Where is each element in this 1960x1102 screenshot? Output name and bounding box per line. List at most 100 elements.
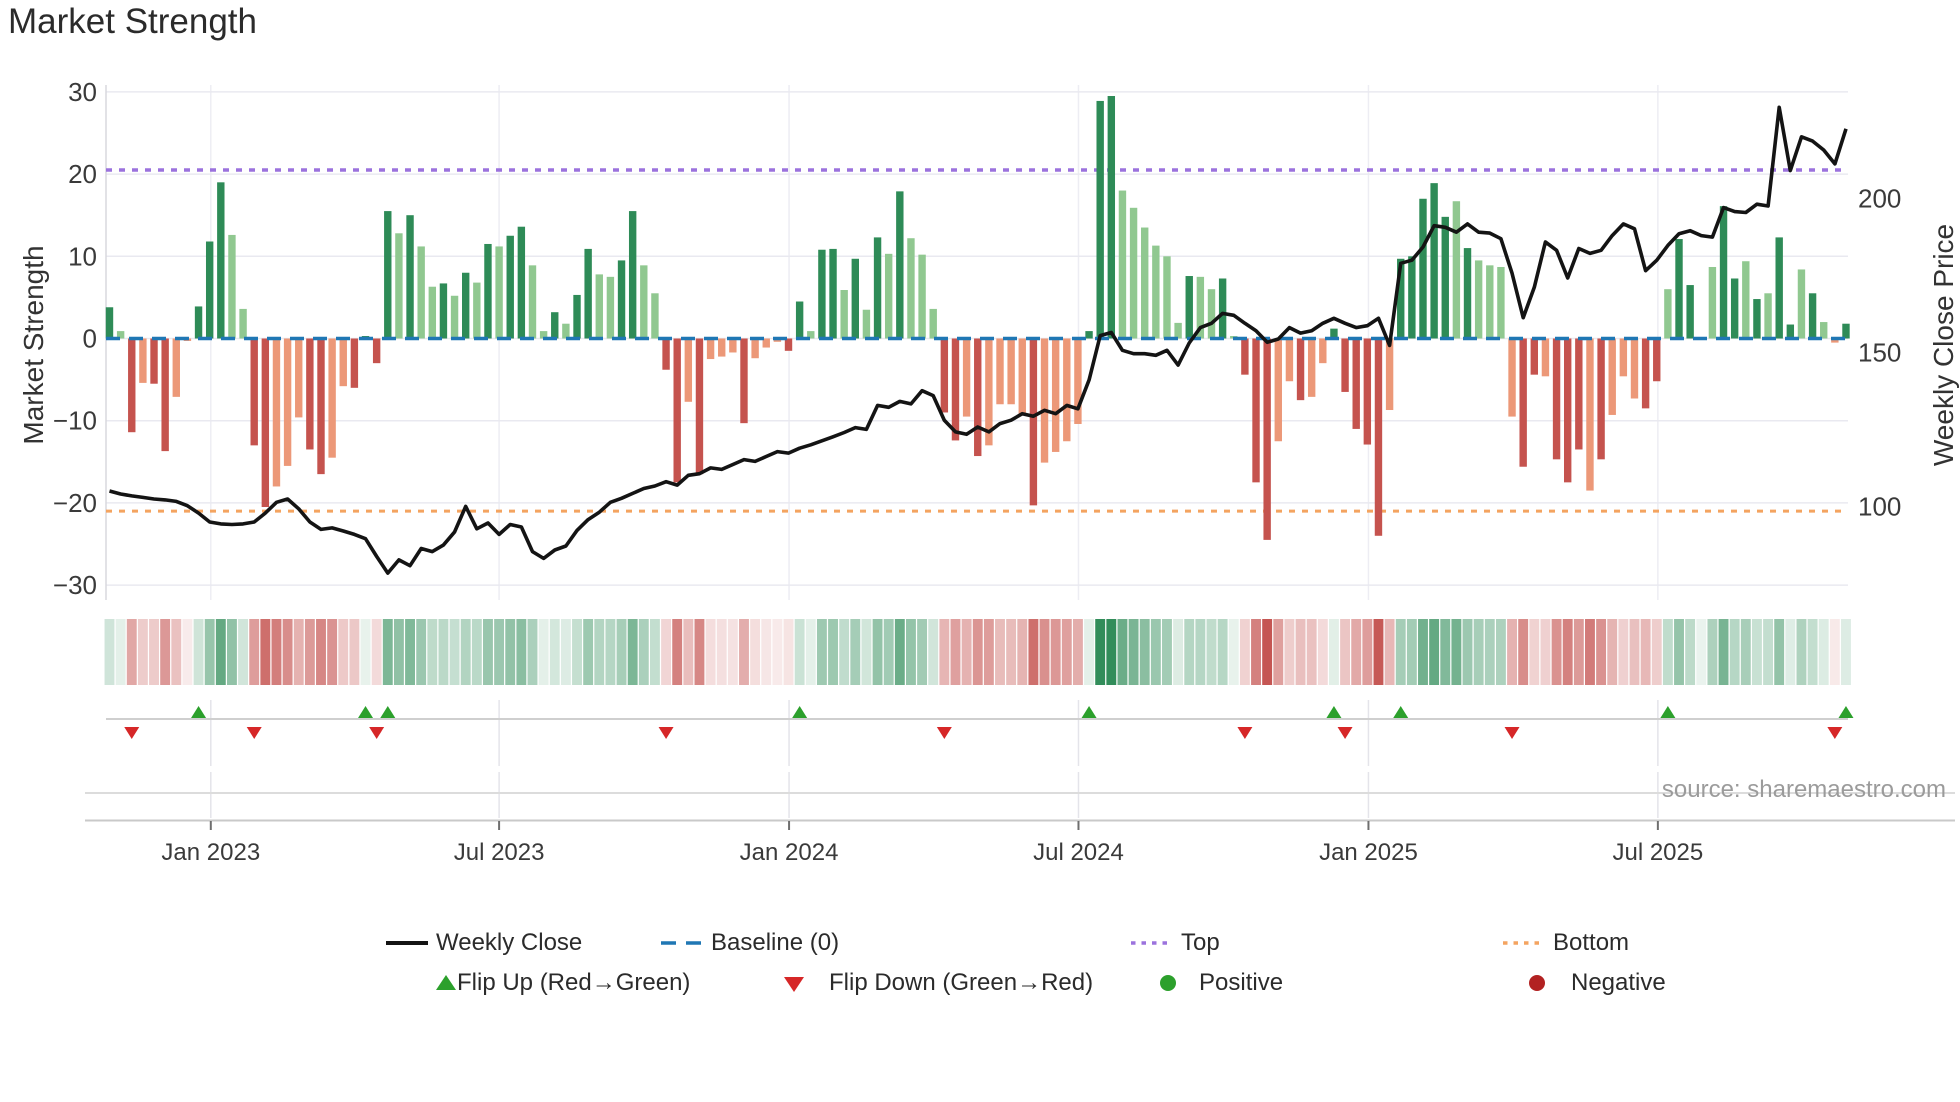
strength-bar (996, 338, 1004, 405)
y-axis-label-right: Weekly Close Price (1928, 223, 1959, 467)
heatmap-cell (1284, 619, 1295, 685)
heatmap-cell (238, 619, 249, 685)
heatmap-cell (627, 619, 638, 685)
strength-bar (462, 272, 470, 339)
strength-bar (840, 290, 848, 339)
strength-bar (1842, 323, 1850, 339)
strength-bar (1118, 190, 1127, 339)
heatmap-cell (1362, 619, 1373, 685)
strength-bar (795, 301, 804, 339)
heatmap-cell (1473, 619, 1484, 685)
heatmap-cell (1774, 619, 1785, 685)
heatmap-cell (694, 619, 705, 685)
strength-bar (974, 338, 982, 457)
strength-bar (205, 241, 214, 339)
strength-bar (528, 265, 537, 339)
heatmap-cell (839, 619, 850, 685)
strength-bar (1363, 338, 1372, 445)
strength-bar (706, 338, 715, 360)
strength-bar (1541, 338, 1550, 377)
strength-bar (1452, 201, 1461, 339)
flip-up-marker (1393, 706, 1409, 718)
strength-bar (239, 308, 247, 339)
strength-bar (684, 338, 693, 402)
strength-bar (128, 338, 136, 433)
heatmap-cell (705, 619, 716, 685)
flip-up-marker (358, 706, 374, 718)
strength-bar (1730, 278, 1739, 339)
heatmap-cell (560, 619, 571, 685)
strength-bar (372, 338, 381, 364)
heatmap-cell (1251, 619, 1261, 685)
strength-bar (1285, 338, 1294, 382)
strength-bar (729, 338, 737, 353)
heatmap-cell (137, 619, 148, 685)
strength-bar (1419, 198, 1427, 339)
strength-bar (640, 265, 648, 339)
heatmap-cell (1618, 619, 1629, 685)
strength-bar (1675, 239, 1683, 339)
heatmap-cell (1317, 619, 1328, 685)
heatmap-cell (1662, 619, 1673, 685)
heatmap-cell (1707, 619, 1718, 685)
flip-up-marker (1081, 706, 1097, 718)
y-right-tick-label: 100 (1858, 491, 1901, 521)
flip-down-marker (1337, 727, 1353, 739)
strength-bar (940, 338, 949, 413)
strength-bar (1241, 338, 1249, 375)
flip-up-marker (380, 706, 396, 718)
heatmap-cell (1841, 619, 1851, 685)
heatmap-cell (1540, 619, 1551, 685)
heatmap-cell (1562, 619, 1573, 685)
heatmap-cell (149, 619, 159, 685)
heatmap-cell (549, 619, 560, 685)
strength-bar (1608, 338, 1616, 415)
heatmap-cell (1340, 619, 1351, 685)
heatmap-cell (1440, 619, 1451, 685)
heatmap-cell (683, 619, 694, 685)
heatmap-cell (1484, 619, 1495, 685)
strength-bar (1296, 338, 1305, 401)
y-left-tick-label: −30 (53, 570, 97, 600)
heatmap-cell (750, 619, 761, 685)
strength-bar (1319, 338, 1327, 364)
heatmap-cell (594, 619, 605, 685)
strength-bar (1107, 96, 1116, 339)
heatmap-cell (327, 619, 338, 685)
strength-bar (1007, 338, 1015, 405)
flip-down-marker (246, 727, 262, 739)
heatmap-cell (104, 619, 115, 685)
heatmap-cell (1462, 619, 1473, 685)
legend-label: Negative (1571, 969, 1666, 996)
strength-bar (695, 338, 704, 475)
heatmap-cell (360, 619, 371, 685)
strength-bar (662, 338, 670, 370)
heatmap-cell (1351, 619, 1362, 685)
heatmap-cell (349, 619, 360, 685)
flip-marker-panel (106, 706, 1854, 739)
strength-bar (1753, 299, 1761, 339)
heatmap-cell (1585, 619, 1595, 685)
legend-label: Flip Up (Red→Green) (457, 969, 691, 996)
strength-bar (1775, 237, 1783, 339)
heatmap-cell (182, 619, 193, 685)
y-left-tick-label: 0 (83, 324, 97, 354)
strength-bar (1619, 338, 1628, 377)
heatmap-cell (1495, 619, 1506, 685)
heatmap-cell (616, 619, 627, 685)
strength-bar (194, 306, 203, 339)
x-tick-label: Jul 2023 (454, 839, 545, 866)
heatmap-cell (416, 619, 427, 685)
heatmap-cell (1373, 619, 1384, 685)
heatmap-cell (516, 619, 527, 685)
flip-down-marker (658, 727, 674, 739)
strength-bar (1653, 338, 1661, 382)
heatmap-cell (1674, 619, 1684, 685)
strength-bar (1274, 338, 1282, 442)
circle-swatch-icon (1160, 975, 1176, 991)
heatmap-cell (961, 619, 972, 685)
strength-bar (1185, 276, 1193, 339)
strength-bar (628, 211, 637, 339)
y-right-tick-label: 200 (1858, 184, 1901, 214)
heatmap-cell (861, 619, 872, 685)
